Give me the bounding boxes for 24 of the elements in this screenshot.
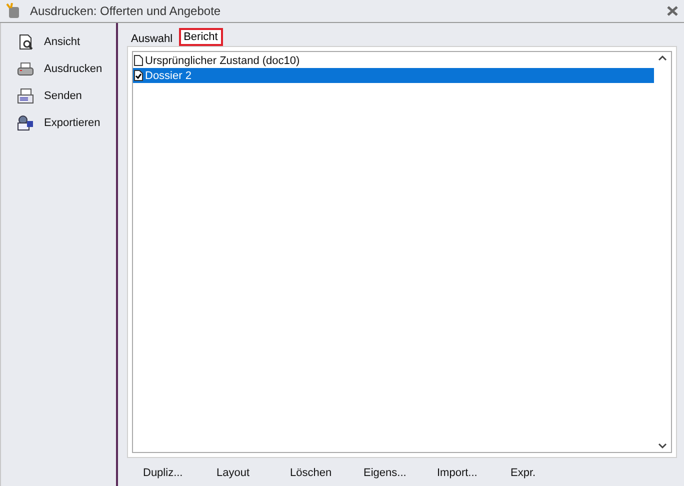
action-button[interactable]: Löschen [290, 467, 364, 479]
sidebar-item[interactable]: Senden [44, 90, 82, 102]
action-button[interactable]: Layout [216, 467, 290, 479]
tab[interactable]: Bericht [178, 28, 223, 46]
sidebar-item[interactable]: Ausdrucken [44, 63, 102, 75]
action-button[interactable]: Expr. [510, 467, 584, 479]
envelope-icon [17, 88, 34, 104]
export-icon [17, 115, 34, 131]
scroll-up-icon[interactable] [658, 55, 667, 61]
action-button[interactable]: Import... [437, 467, 510, 479]
window-title: Ausdrucken: Offerten und Angebote [30, 4, 222, 18]
document-icon [134, 55, 143, 66]
magnifier-document-icon [17, 34, 34, 50]
list-item[interactable]: Ursprünglicher Zustand (doc10) [133, 53, 654, 68]
sidebar-item[interactable]: Exportieren [44, 117, 100, 129]
action-button[interactable]: Dupliz... [143, 467, 216, 479]
app-icon [6, 3, 20, 19]
printer-icon [17, 61, 34, 77]
sidebar-item[interactable]: Ansicht [44, 36, 80, 48]
action-button[interactable]: Eigens... [364, 467, 437, 479]
scroll-down-icon[interactable] [658, 443, 667, 449]
checked-document-icon [134, 70, 143, 81]
close-icon[interactable] [667, 6, 678, 16]
list-item[interactable]: Dossier 2 [133, 68, 654, 83]
